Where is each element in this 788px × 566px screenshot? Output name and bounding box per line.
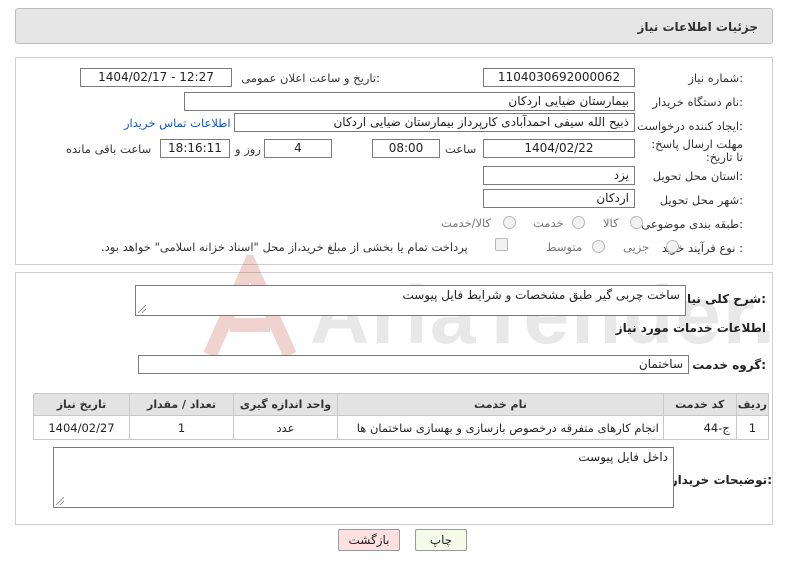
days-label: روز و <box>235 142 261 156</box>
cell-service-name: انجام کارهای متفرقه درخصوص بازسازی و بهس… <box>337 415 664 440</box>
col-row: ردیف <box>735 393 770 416</box>
category-option-service: خدمت <box>533 216 564 230</box>
category-radio-goods-service[interactable] <box>503 216 516 229</box>
remaining-time-label: ساعت باقی مانده <box>66 142 152 156</box>
category-option-goods: کالا <box>603 216 619 230</box>
col-service-name: نام خدمت <box>337 393 664 416</box>
buyer-notes-label: توضیحات خریدار: <box>670 473 772 487</box>
purchase-radio-medium[interactable] <box>592 240 605 253</box>
col-quantity: تعداد / مقدار <box>129 393 234 416</box>
table-header-row: تاریخ نیاز تعداد / مقدار واحد اندازه گیر… <box>33 393 770 416</box>
service-group-label: گروه خدمت: <box>692 358 766 372</box>
cell-date: 1404/02/27 <box>33 415 130 440</box>
summary-textarea[interactable]: ساخت چربی گیر طبق مشخصات و شرایط فایل پی… <box>135 285 686 316</box>
summary-label: شرح کلی نیاز: <box>680 292 766 306</box>
col-date: تاریخ نیاز <box>33 393 130 416</box>
deadline-time-label: ساعت <box>445 142 477 156</box>
page-header: جزئیات اطلاعات نیاز <box>15 8 773 44</box>
cell-quantity: 1 <box>129 415 234 440</box>
need-number-label: شماره نیاز: <box>688 71 743 85</box>
back-button[interactable]: بازگشت <box>338 529 400 551</box>
announce-datetime-label: تاریخ و ساعت اعلان عمومی: <box>241 71 380 85</box>
cell-row: 1 <box>735 415 770 440</box>
resize-grip-icon[interactable] <box>56 497 64 505</box>
province-field: یزد <box>483 166 635 185</box>
days-remaining-field: 4 <box>264 139 332 158</box>
buyer-notes-text: داخل فایل پیوست <box>578 450 668 464</box>
city-label: شهر محل تحویل: <box>659 193 743 207</box>
services-section-title: اطلاعات خدمات مورد نیاز <box>615 321 766 335</box>
province-label: استان محل تحویل: <box>652 169 743 183</box>
category-label: طبقه بندی موضوعی: <box>641 217 743 231</box>
col-service-code: کد خدمت <box>662 393 737 416</box>
category-radio-goods[interactable] <box>630 216 643 229</box>
buyer-contact-link[interactable]: اطلاعات تماس خریدار <box>124 116 231 130</box>
summary-text: ساخت چربی گیر طبق مشخصات و شرایط فایل پی… <box>402 288 680 302</box>
purchase-option-medium: متوسط <box>546 240 583 254</box>
purchase-option-minor: جزیی <box>623 240 650 254</box>
table-row: 1404/02/27 1 عدد انجام کارهای متفرقه درخ… <box>33 415 770 440</box>
page-title: جزئیات اطلاعات نیاز <box>637 20 758 34</box>
buyer-notes-textarea[interactable]: داخل فایل پیوست <box>53 447 674 508</box>
buyer-org-label: نام دستگاه خریدار: <box>652 95 743 109</box>
category-option-goods-service: کالا/خدمت <box>441 216 492 230</box>
deadline-label: مهلت ارسال پاسخ: تا تاریخ: <box>651 137 743 164</box>
requester-label: ایجاد کننده درخواست: <box>637 119 743 133</box>
need-number-field: 1104030692000062 <box>483 68 635 87</box>
city-field: اردکان <box>483 189 635 208</box>
deadline-date-field: 1404/02/22 <box>483 139 635 158</box>
treasury-payment-note: پرداخت تمام یا بخشی از مبلغ خرید،از محل … <box>101 240 468 254</box>
cell-unit: عدد <box>233 415 338 440</box>
services-table: تاریخ نیاز تعداد / مقدار واحد اندازه گیر… <box>33 393 770 440</box>
print-button[interactable]: چاپ <box>415 529 467 551</box>
service-group-field: ساختمان <box>138 355 689 374</box>
purchase-radio-minor[interactable] <box>666 240 679 253</box>
resize-grip-icon[interactable] <box>138 305 146 313</box>
announce-datetime-field: 1404/02/17 - 12:27 <box>80 68 232 87</box>
category-radio-service[interactable] <box>572 216 585 229</box>
buyer-org-field: بیمارستان ضیایی اردکان <box>184 92 635 111</box>
deadline-time-field: 08:00 <box>372 139 440 158</box>
requester-field: ذبیح الله سیفی احمدآبادی کارپرداز بیمارس… <box>234 113 635 132</box>
cell-service-code: ج-44 <box>662 415 737 440</box>
treasury-payment-checkbox[interactable] <box>495 238 508 251</box>
col-unit: واحد اندازه گیری <box>233 393 338 416</box>
remaining-time-field: 18:16:11 <box>160 139 230 158</box>
